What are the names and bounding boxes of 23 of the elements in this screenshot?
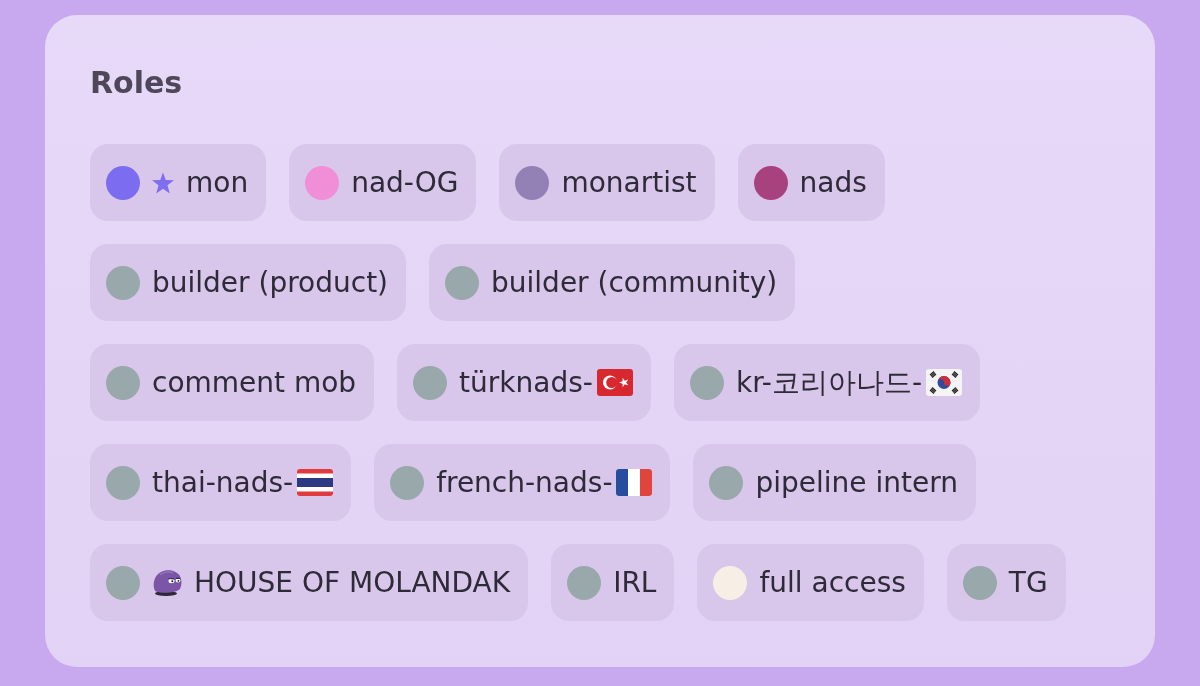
korea-flag-icon bbox=[926, 369, 963, 396]
france-flag-icon bbox=[616, 469, 653, 496]
role-name: TG bbox=[1008, 564, 1048, 601]
role-name: türknads- bbox=[459, 364, 593, 401]
role-name: full access bbox=[759, 564, 906, 601]
role-name: kr-코리아나드- bbox=[735, 364, 923, 401]
role-name: monartist bbox=[561, 164, 697, 201]
role-name: IRL bbox=[613, 564, 657, 601]
role-name: comment mob bbox=[152, 364, 357, 401]
role-name: nads bbox=[799, 164, 867, 201]
role-name: pipeline intern bbox=[755, 464, 958, 501]
turkey-flag-icon bbox=[596, 369, 633, 396]
star-icon bbox=[152, 171, 174, 194]
role-name: french-nads- bbox=[436, 464, 613, 501]
role-name: nad-OG bbox=[351, 164, 459, 201]
role-name: mon bbox=[186, 164, 249, 201]
role-name: HOUSE OF MOLANDAK bbox=[194, 564, 511, 601]
creature-icon bbox=[152, 569, 182, 596]
section-title: Roles bbox=[90, 64, 184, 102]
role-name: thai-nads- bbox=[152, 464, 294, 501]
role-name: builder (product) bbox=[152, 264, 389, 301]
role-name: builder (community) bbox=[491, 264, 778, 301]
thailand-flag-icon bbox=[297, 469, 334, 496]
